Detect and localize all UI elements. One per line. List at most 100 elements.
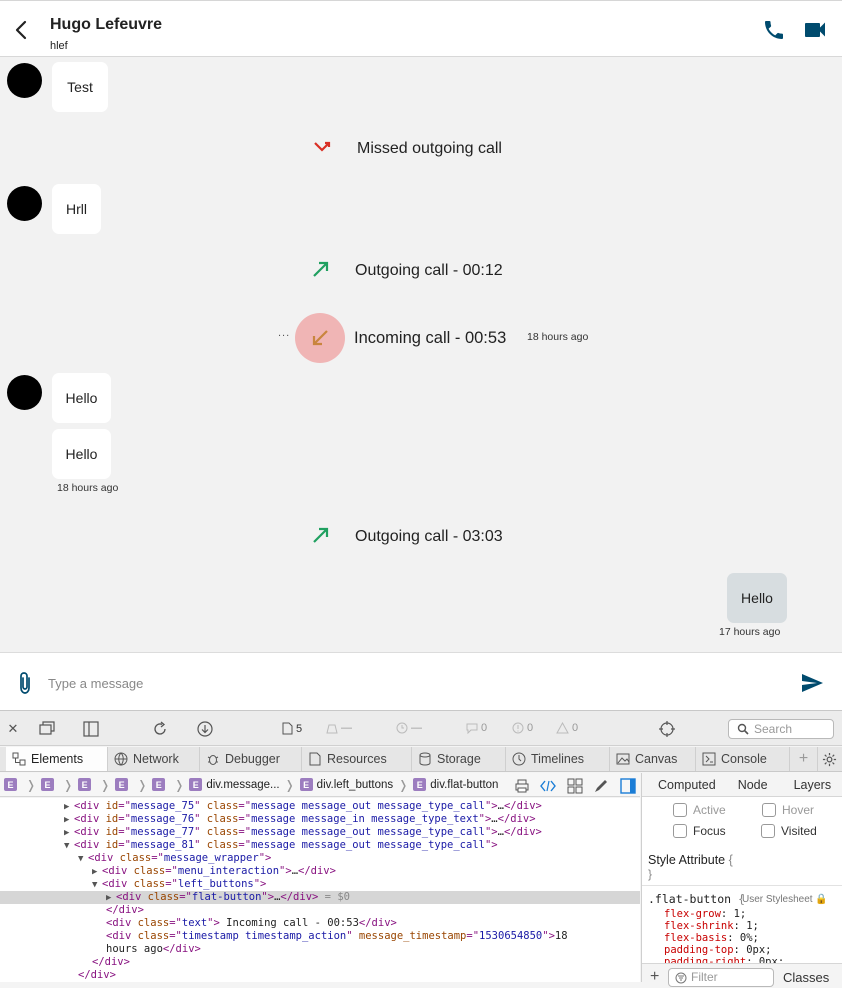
devtools-search-input[interactable]: Search [728,719,834,739]
css-property[interactable]: flex-shrink: 1; [664,920,759,932]
dom-node[interactable]: </div> [0,956,640,969]
dom-node[interactable]: <div class="text"> Incoming call - 00:53… [0,917,640,930]
stopwatch-icon [512,752,526,766]
breadcrumb-item[interactable]: E [41,778,58,791]
undock-icon[interactable] [38,720,56,738]
resources-count[interactable]: 5 [282,722,302,735]
tab-canvas[interactable]: Canvas [610,747,696,771]
paperclip-icon[interactable] [14,671,36,695]
breadcrumb-item[interactable]: E [4,778,21,791]
timestamp: 18 hours ago [527,331,589,343]
dom-node[interactable]: ▶ <div id="message_76" class="message mes… [0,813,640,826]
style-filter-input[interactable]: Filter [668,968,774,987]
css-property[interactable]: padding-top: 0px; [664,944,772,956]
breadcrumb-label: div.message... [206,778,280,791]
message-bubble[interactable]: Hello [52,429,111,479]
tab-network[interactable]: Network [108,747,200,771]
layout-grid-icon[interactable] [567,778,583,794]
print-icon[interactable] [514,778,530,794]
message-icon [466,723,478,734]
log-count[interactable]: 0 [466,722,487,734]
pseudo-label: Hover [782,803,815,817]
breadcrumb-item-selected[interactable]: Ediv.flat-button [413,778,498,791]
devtools-tab-bar: Elements Network Debugger Resources Stor… [0,747,842,772]
message-input[interactable] [48,673,728,693]
dom-node[interactable]: ▼ <div class="message_wrapper"> [0,852,640,865]
tab-storage[interactable]: Storage [412,747,506,771]
tab-label: Timelines [531,752,585,766]
dock-side-icon[interactable] [82,720,100,738]
add-rule-button[interactable]: + [650,968,659,986]
css-property[interactable]: flex-basis: 0%; [664,932,759,944]
pseudo-class-visited[interactable]: Visited [761,824,817,838]
back-arrow-icon[interactable] [12,19,32,41]
phone-icon[interactable] [762,18,786,42]
load-time-indicator[interactable]: — [396,722,422,734]
pencil-icon[interactable] [593,778,609,794]
dom-node[interactable]: <div class="timestamp timestamp_action" … [0,930,640,943]
tab-timelines[interactable]: Timelines [506,747,610,771]
property-value: 1 [733,908,740,920]
pseudo-class-focus[interactable]: Focus [673,824,726,838]
open-brace: { [728,853,733,867]
dom-node[interactable]: ▼ <div class="left_buttons"> [0,878,640,891]
checkbox[interactable] [762,803,776,817]
timestamp: 17 hours ago [719,626,781,638]
pseudo-class-active[interactable]: Active [673,803,726,817]
outgoing-call-icon [313,261,329,277]
property-name: flex-basis [664,932,728,944]
breadcrumb-item[interactable]: E [78,778,95,791]
tab-resources[interactable]: Resources [302,747,412,771]
message-bubble[interactable]: Hrll [52,184,101,234]
tab-debugger[interactable]: Debugger [200,747,302,771]
search-placeholder: Search [754,722,793,736]
message-list[interactable]: Test Missed outgoing call Hrll Outgoing … [0,57,842,652]
close-icon[interactable]: ✕ [4,720,22,738]
message-bubble-outgoing[interactable]: Hello [727,573,787,623]
dom-tree[interactable]: ▶ <div id="message_75" class="message mes… [0,798,640,982]
dom-node[interactable]: </div> [0,969,640,982]
video-camera-icon[interactable] [803,18,827,42]
pseudo-class-hover[interactable]: Hover [762,803,814,817]
dom-node[interactable]: ▶ <div id="message_77" class="message mes… [0,826,640,839]
tab-elements[interactable]: Elements [6,747,108,771]
crosshair-icon[interactable] [658,720,676,738]
tab-node[interactable]: Node [738,778,768,792]
property-value: 0px [746,944,766,956]
css-property[interactable]: padding-right: 0px; [664,956,784,963]
element-badge: E [4,778,17,791]
tab-computed[interactable]: Computed [658,778,716,792]
css-rule[interactable]: .flat-button { User Stylesheet 🔒 flex-gr… [642,885,842,963]
error-count-value: 0 [527,722,534,734]
breadcrumb-item[interactable]: Ediv.left_buttons [299,778,393,791]
add-tab-button[interactable]: + [790,747,818,771]
warning-count[interactable]: 0 [556,722,578,734]
dom-node[interactable]: </div> [0,904,640,917]
breadcrumb-item[interactable]: Ediv.message... [189,778,280,791]
tab-layers[interactable]: Layers [794,778,832,792]
send-icon[interactable] [800,671,824,695]
reload-icon[interactable] [151,720,169,738]
checkbox[interactable] [761,824,775,838]
dom-node[interactable]: hours ago</div> [0,943,640,956]
css-property[interactable]: flex-grow: 1; [664,908,746,920]
dom-node-selected[interactable]: ▶ <div class="flat-button">…</div> = $0 [0,891,640,904]
devtools-toolbar: ✕ 5 — — 0 0 0 Search [0,711,842,746]
code-brackets-icon[interactable] [540,778,556,794]
breadcrumb-item[interactable]: E [152,778,169,791]
classes-toggle[interactable]: Classes [783,970,829,985]
settings-gear-icon[interactable] [822,752,837,767]
message-bubble[interactable]: Test [52,62,108,112]
dom-node[interactable]: ▼ <div id="message_81" class="message mes… [0,839,640,852]
dom-node[interactable]: ▶ <div class="menu_interaction">…</div> [0,865,640,878]
message-bubble[interactable]: Hello [52,373,111,423]
dom-node[interactable]: ▶ <div id="message_75" class="message mes… [0,800,640,813]
breadcrumb-item[interactable]: E [115,778,132,791]
checkbox[interactable] [673,824,687,838]
tab-console[interactable]: Console [696,747,790,771]
sidebar-toggle-icon[interactable] [620,778,636,794]
weight-indicator[interactable]: — [326,722,352,734]
download-icon[interactable] [196,720,214,738]
checkbox[interactable] [673,803,687,817]
error-count[interactable]: 0 [512,722,533,734]
